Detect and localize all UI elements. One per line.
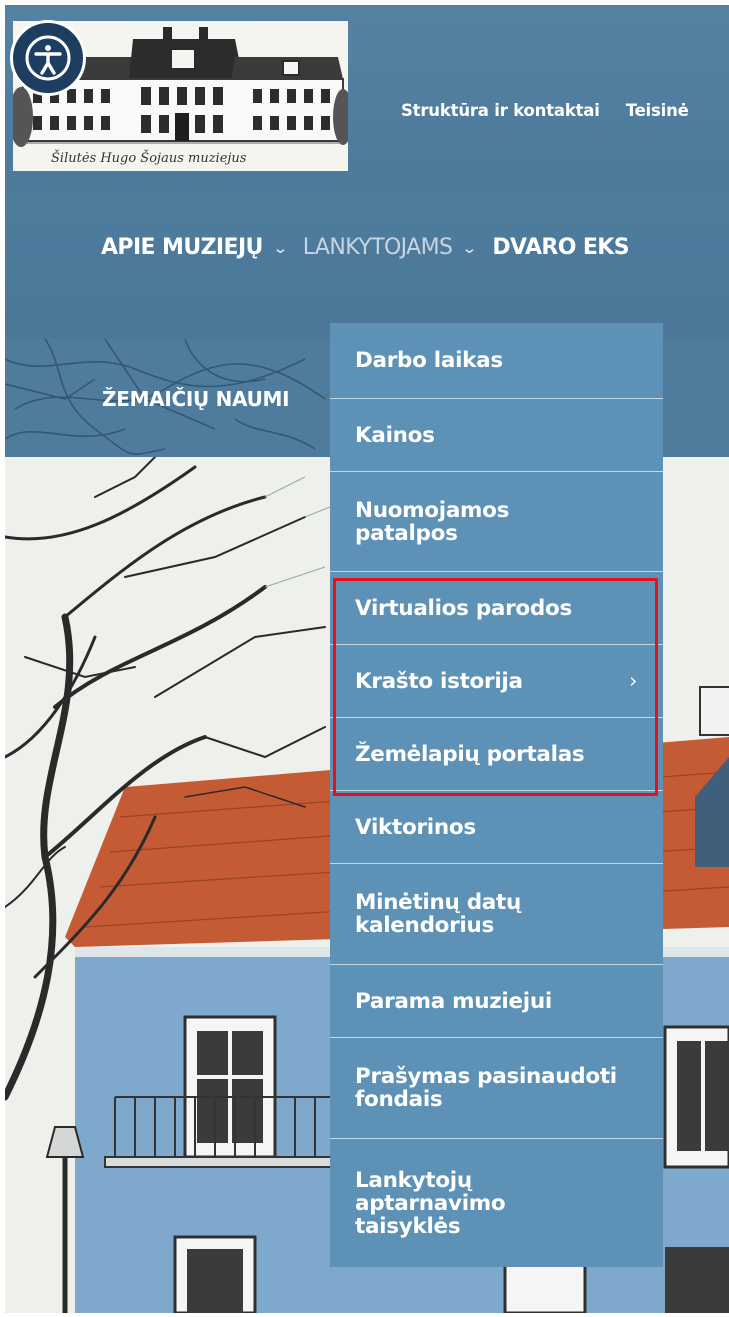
- utility-links: Struktūra ir kontaktai Teisinė: [401, 101, 689, 120]
- accessibility-button[interactable]: [10, 20, 86, 96]
- link-structure-contacts[interactable]: Struktūra ir kontaktai: [401, 101, 600, 120]
- dropdown-item-nuomojamos-patalpos[interactable]: Nuomojamos patalpos: [330, 472, 663, 572]
- dropdown-item-minetinu-datu-kalendorius[interactable]: Minėtinų datų kalendorius: [330, 864, 663, 965]
- chevron-right-icon: ›: [629, 668, 637, 693]
- dropdown-item-prasymas-pasinaudoti-fondais[interactable]: Prašymas pasinaudoti fondais: [330, 1038, 663, 1139]
- nav-apie-muzieju[interactable]: APIE MUZIEJŲ ⌄: [101, 235, 303, 260]
- site-header: Šilutės Hugo Šojaus muziejus Struktūra i…: [5, 5, 729, 191]
- nav-dvaro-eks[interactable]: DVARO EKS: [492, 235, 629, 260]
- link-legal[interactable]: Teisinė: [626, 101, 689, 120]
- dropdown-item-darbo-laikas[interactable]: Darbo laikas: [330, 323, 663, 399]
- lankytojams-dropdown: Darbo laikas Kainos Nuomojamos patalpos …: [330, 323, 663, 1267]
- chevron-down-icon: ⌄: [272, 238, 288, 257]
- main-navigation: APIE MUZIEJŲ ⌄ LANKYTOJAMS ⌄ DVARO EKS: [5, 191, 729, 339]
- dropdown-item-virtualios-parodos[interactable]: Virtualios parodos: [330, 572, 663, 645]
- dropdown-item-viktorinos[interactable]: Viktorinos: [330, 791, 663, 864]
- dropdown-item-lankytoju-aptarnavimo-taisykles[interactable]: Lankytojų aptarnavimo taisyklės: [330, 1139, 663, 1267]
- nav-zemaiciu-naumiestis[interactable]: ŽEMAIČIŲ NAUMI: [102, 387, 290, 411]
- nav-label: LANKYTOJAMS: [302, 235, 453, 260]
- chevron-down-icon: ⌄: [461, 238, 478, 257]
- nav-label: DVARO EKS: [492, 235, 629, 260]
- nav-label: APIE MUZIEJŲ: [101, 235, 263, 260]
- accessibility-person-icon: [25, 35, 71, 81]
- dropdown-item-zemelapiu-portalas[interactable]: Žemėlapių portalas: [330, 718, 663, 791]
- page: Šilutės Hugo Šojaus muziejus Struktūra i…: [5, 5, 729, 1313]
- dropdown-item-kainos[interactable]: Kainos: [330, 399, 663, 472]
- logo-caption: Šilutės Hugo Šojaus muziejus: [51, 149, 247, 166]
- dropdown-item-krasto-istorija[interactable]: Krašto istorija ›: [330, 645, 663, 718]
- nav-lankytojams[interactable]: LANKYTOJAMS ⌄: [303, 235, 493, 260]
- dropdown-item-parama-muziejui[interactable]: Parama muziejui: [330, 965, 663, 1038]
